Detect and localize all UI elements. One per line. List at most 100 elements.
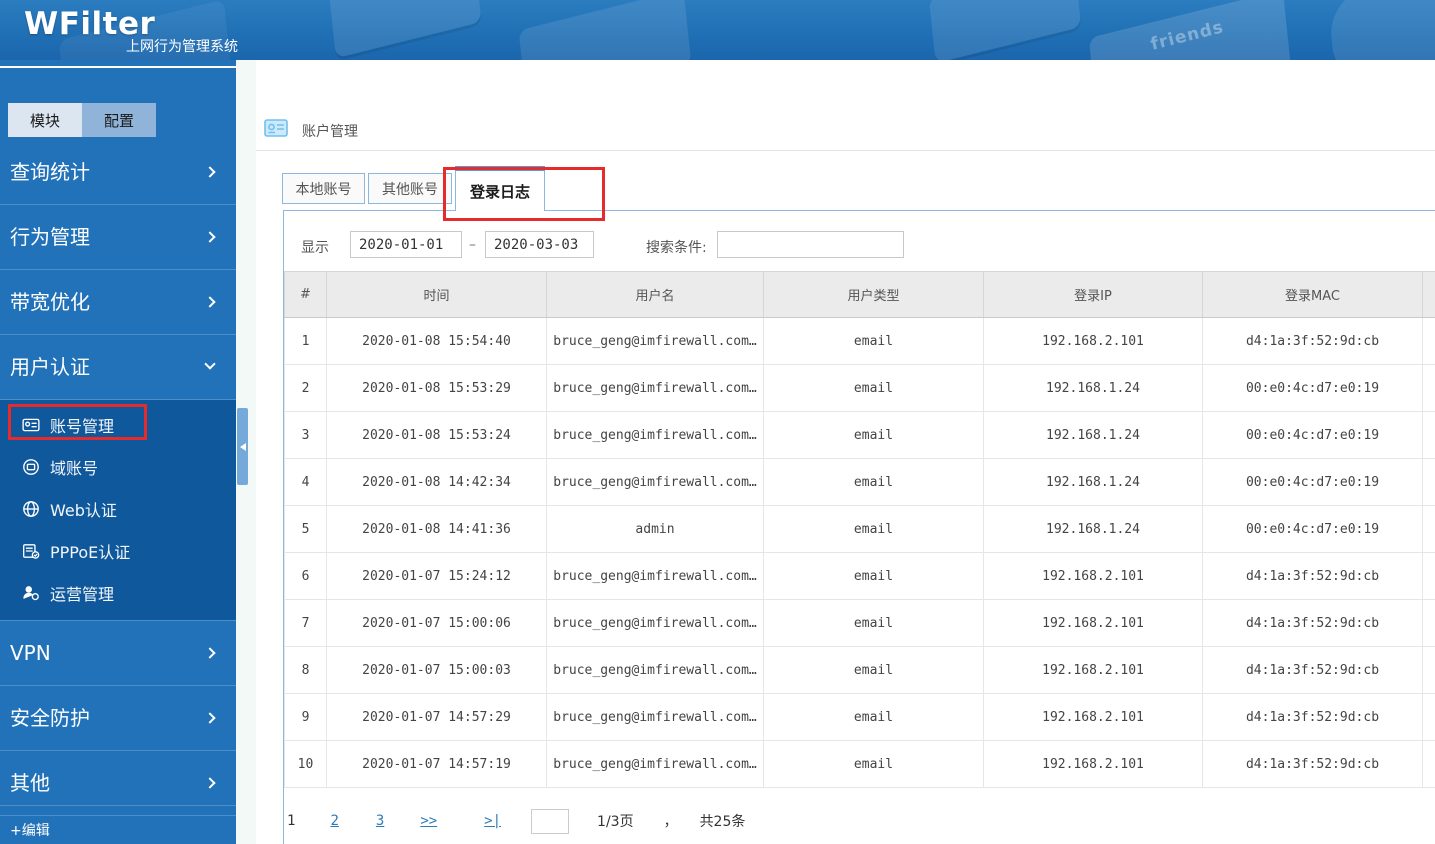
table-cell-login-mac: 00:e0:4c:d7:e0:19: [1202, 364, 1423, 412]
col-header-time: 时间: [326, 271, 547, 318]
sidebar-item-behavior-mgmt[interactable]: 行为管理: [0, 205, 236, 270]
date-range-dash: –: [469, 237, 476, 253]
page-goto-input[interactable]: [531, 808, 570, 834]
table-cell-login-mac: 00:e0:4c:d7:e0:19: [1202, 411, 1423, 459]
table-cell-extra: [1422, 552, 1435, 600]
sidebar-subitem-domain-account[interactable]: 域账号: [0, 446, 236, 488]
table-cell-index: 8: [284, 646, 327, 694]
chevron-right-icon: [204, 712, 216, 724]
table-row: 6 2020-01-07 15:24:12 bruce_geng@imfirewal…: [284, 552, 1435, 600]
sidebar-top-divider: [0, 66, 236, 68]
table-cell-username: bruce_geng@imfirewall.com…: [546, 740, 764, 788]
table-cell-time: 2020-01-07 14:57:29: [326, 693, 547, 741]
table-cell-time: 2020-01-07 15:00:06: [326, 599, 547, 647]
total-records: 共25条: [699, 814, 746, 830]
table-cell-index: 6: [284, 552, 327, 600]
domain-account-icon: [22, 458, 40, 476]
tab-label: 本地账号: [295, 181, 352, 198]
sidebar-edit-link[interactable]: +编辑: [0, 805, 236, 840]
page-title: 账户管理: [302, 124, 358, 140]
sidebar-subitem-account-mgmt[interactable]: 账号管理: [0, 404, 236, 446]
sidebar-subitem-label: Web认证: [50, 501, 117, 520]
id-card-icon: [22, 416, 40, 434]
sidebar-item-label: VPN: [10, 641, 51, 665]
table-cell-login-mac: d4:1a:3f:52:9d:cb: [1202, 552, 1423, 600]
sidebar-item-query-stats[interactable]: 查询统计: [0, 140, 236, 205]
table-cell-time: 2020-01-08 15:53:24: [326, 411, 547, 459]
tab-login-log[interactable]: 登录日志: [455, 171, 545, 211]
table-cell-login-mac: d4:1a:3f:52:9d:cb: [1202, 646, 1423, 694]
date-to-input[interactable]: [485, 231, 594, 258]
table-row: 3 2020-01-08 15:53:24 bruce_geng@imfirewal…: [284, 411, 1435, 459]
sidebar-subitem-label: 账号管理: [50, 417, 115, 436]
page-link-2[interactable]: 2: [330, 813, 338, 829]
table-cell-time: 2020-01-07 15:24:12: [326, 552, 547, 600]
globe-icon: [22, 500, 40, 518]
table-cell-extra: [1422, 599, 1435, 647]
table-cell-time: 2020-01-08 15:53:29: [326, 364, 547, 412]
page-info-comma: ，: [663, 814, 678, 830]
table-cell-index: 2: [284, 364, 327, 412]
sidebar-subitem-label: PPPoE认证: [50, 543, 131, 562]
table-cell-usertype: email: [763, 740, 984, 788]
table-cell-login-ip: 192.168.1.24: [983, 505, 1203, 553]
chevron-right-icon: [204, 166, 216, 178]
chevron-right-icon: [204, 296, 216, 308]
table-cell-usertype: email: [763, 458, 984, 506]
collapse-arrow-icon: [239, 442, 246, 451]
table-row: 5 2020-01-08 14:41:36 admin email 192.168.1.…: [284, 505, 1435, 553]
sidebar-tab-config[interactable]: 配置: [82, 103, 157, 137]
table-cell-login-ip: 192.168.2.101: [983, 646, 1203, 694]
table-cell-index: 3: [284, 411, 327, 459]
table-row: 10 2020-01-07 14:57:19 bruce_geng@imfirewa…: [284, 740, 1435, 788]
table-cell-index: 10: [284, 740, 327, 788]
account-card-icon: [264, 118, 288, 138]
chevron-down-icon: [204, 358, 216, 370]
tab-local-accounts[interactable]: 本地账号: [282, 173, 365, 204]
sidebar-item-bandwidth-opt[interactable]: 带宽优化: [0, 270, 236, 335]
table-cell-time: 2020-01-07 14:57:19: [326, 740, 547, 788]
page-link-3[interactable]: 3: [376, 813, 384, 829]
table-row: 8 2020-01-07 15:00:03 bruce_geng@imfirewal…: [284, 646, 1435, 694]
page-last-link[interactable]: >|: [484, 813, 501, 829]
page-next-link[interactable]: >>: [420, 813, 437, 829]
sidebar-subitem-operation-mgmt[interactable]: 运营管理: [0, 572, 236, 614]
tab-other-accounts[interactable]: 其他账号: [368, 173, 452, 204]
table-cell-time: 2020-01-08 15:54:40: [326, 317, 547, 365]
table-cell-login-ip: 192.168.1.24: [983, 364, 1203, 412]
sidebar-tab-modules-label: 模块: [30, 111, 61, 130]
table-cell-extra: [1422, 646, 1435, 694]
table-cell-extra: [1422, 411, 1435, 459]
table-cell-login-mac: 00:e0:4c:d7:e0:19: [1202, 458, 1423, 506]
table-cell-usertype: email: [763, 317, 984, 365]
sidebar-item-label: 安全防护: [10, 706, 90, 730]
table-cell-username: bruce_geng@imfirewall.com…: [546, 552, 764, 600]
sidebar-subitem-label: 运营管理: [50, 585, 115, 604]
table-row: 9 2020-01-07 14:57:29 bruce_geng@imfirewal…: [284, 693, 1435, 741]
chevron-right-icon: [204, 231, 216, 243]
table-cell-login-mac: d4:1a:3f:52:9d:cb: [1202, 599, 1423, 647]
col-header-extra: [1422, 271, 1435, 318]
table-cell-username: bruce_geng@imfirewall.com…: [546, 317, 764, 365]
sidebar-item-security[interactable]: 安全防护: [0, 686, 236, 751]
col-header-usertype: 用户类型: [763, 271, 984, 318]
page-info: 1/3页: [597, 814, 634, 830]
sidebar-item-user-auth[interactable]: 用户认证: [0, 335, 236, 400]
sidebar-item-vpn[interactable]: VPN: [0, 621, 236, 686]
sidebar-subitem-web-auth[interactable]: Web认证: [0, 488, 236, 530]
date-from-input[interactable]: [350, 231, 462, 258]
login-log-table: # 时间 用户名 用户类型 登录IP 登录MAC 1 2020-01-08 15:…: [284, 271, 1435, 788]
search-condition-input[interactable]: [717, 231, 904, 258]
sidebar-subitem-pppoe-auth[interactable]: PPPoE认证: [0, 530, 236, 572]
table-cell-login-mac: d4:1a:3f:52:9d:cb: [1202, 740, 1423, 788]
sidebar-collapse-handle[interactable]: [237, 408, 248, 485]
table-cell-extra: [1422, 740, 1435, 788]
sidebar-tab-modules[interactable]: 模块: [8, 103, 83, 137]
sidebar-item-label: 用户认证: [10, 355, 90, 379]
login-log-panel: 显示 – 搜索条件: # 时间 用户名 用户类型 登录IP 登录MAC 120: [283, 210, 1435, 844]
table-cell-usertype: email: [763, 364, 984, 412]
table-row: 4 2020-01-08 14:42:34 bruce_geng@imfirewal…: [284, 458, 1435, 506]
sidebar-item-label: 查询统计: [10, 160, 90, 184]
document-check-icon: [22, 542, 40, 560]
title-separator: [256, 150, 1435, 151]
